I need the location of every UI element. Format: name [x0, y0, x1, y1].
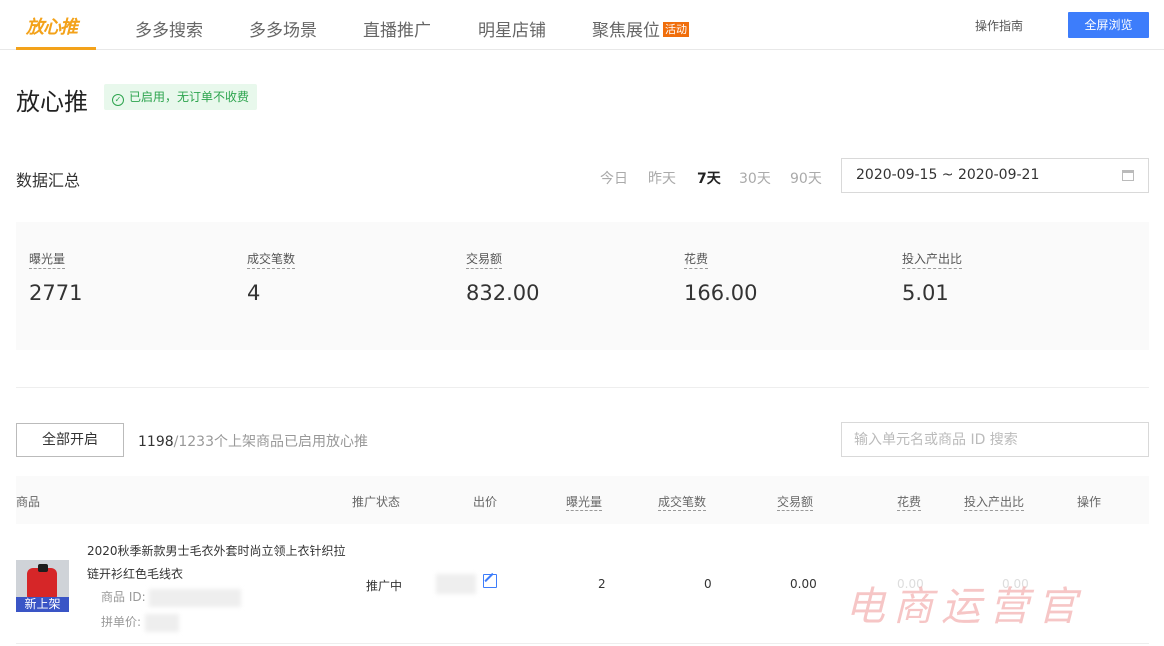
- th-product: 商品: [16, 495, 41, 509]
- th-actions: 操作: [1077, 495, 1102, 509]
- metric-label: 交易额: [466, 250, 503, 269]
- open-all-button[interactable]: 全部开启: [16, 423, 124, 457]
- edit-icon[interactable]: [483, 574, 497, 588]
- nav-item-star-store[interactable]: 明星店铺: [478, 16, 546, 41]
- guide-link[interactable]: 操作指南: [975, 17, 1023, 34]
- product-name[interactable]: 2020秋季新款男士毛衣外套时尚立领上衣针织拉链开衫红色毛线衣: [87, 540, 357, 586]
- metric-label: 成交笔数: [247, 250, 296, 269]
- metric-label: 曝光量: [29, 250, 66, 269]
- status-badge: ✓ 已启用，无订单不收费: [104, 84, 258, 110]
- activity-badge: 活动: [663, 22, 689, 37]
- th-gmv: 交易额: [777, 495, 814, 511]
- range-yesterday[interactable]: 昨天: [648, 168, 676, 188]
- metric-orders: 成交笔数 4: [247, 248, 296, 305]
- metric-value: 5.01: [902, 281, 949, 305]
- nav-item-live[interactable]: 直播推广: [363, 16, 431, 41]
- new-tag: 新上架: [16, 597, 69, 612]
- metric-gmv: 交易额 832.00: [466, 248, 539, 305]
- logo: 放心推: [26, 17, 78, 38]
- th-spend: 花费: [897, 495, 922, 511]
- metric-exposure: 曝光量 2771: [29, 248, 82, 305]
- th-exposure: 曝光量: [566, 495, 603, 511]
- range-90days[interactable]: 90天: [790, 168, 822, 188]
- metric-label: 投入产出比: [902, 250, 963, 269]
- page-title: 放心推: [16, 88, 88, 116]
- th-roi: 投入产出比: [964, 495, 1025, 511]
- top-nav: 放心推 多多搜索 多多场景 直播推广 明星店铺 聚焦展位 活动 操作指南 全屏浏览: [0, 0, 1164, 50]
- date-range-value: 2020-09-15 ~ 2020-09-21: [856, 167, 1040, 183]
- range-7days[interactable]: 7天: [697, 168, 721, 188]
- divider: [16, 387, 1149, 388]
- metrics-panel: 曝光量 2771 成交笔数 4 交易额 832.00 花费 166.00 投入产…: [16, 222, 1149, 350]
- enabled-suffix: /1233个上架商品已启用放心推: [173, 434, 368, 450]
- redacted-bid: [436, 574, 476, 594]
- range-30days[interactable]: 30天: [739, 168, 771, 188]
- row-status: 推广中: [366, 579, 403, 593]
- jacket-image: [27, 568, 57, 598]
- enabled-number: 1198: [138, 434, 174, 450]
- product-id-label: 商品 ID:: [101, 590, 146, 604]
- metric-value: 832.00: [466, 281, 540, 305]
- row-orders: 0: [704, 577, 712, 591]
- th-status: 推广状态: [352, 495, 401, 509]
- nav-item-focus-booth-label: 聚焦展位: [592, 21, 660, 41]
- nav-item-search[interactable]: 多多搜索: [135, 16, 203, 41]
- check-circle-icon: ✓: [112, 94, 124, 106]
- row-gmv: 0.00: [790, 577, 817, 591]
- redacted-id: [149, 588, 242, 607]
- metric-value: 4: [247, 281, 261, 305]
- th-bid: 出价: [473, 495, 498, 509]
- collar-image: [38, 564, 48, 572]
- redacted-price: [144, 613, 179, 632]
- product-id: 商品 ID:: [101, 588, 242, 607]
- row-exposure: 2: [598, 577, 606, 591]
- date-range-picker[interactable]: 2020-09-15 ~ 2020-09-21: [841, 158, 1149, 193]
- metric-label: 花费: [684, 250, 709, 269]
- metric-spend: 花费 166.00: [684, 248, 757, 305]
- range-today[interactable]: 今日: [600, 168, 628, 188]
- th-orders: 成交笔数: [658, 495, 707, 511]
- metric-roi: 投入产出比 5.01: [902, 248, 963, 305]
- product-thumbnail[interactable]: 新上架: [16, 560, 69, 612]
- summary-title: 数据汇总: [16, 171, 81, 190]
- metric-value: 166.00: [684, 281, 758, 305]
- enabled-count: 1198/1233个上架商品已启用放心推: [138, 431, 368, 451]
- table-header: 商品 推广状态 出价 曝光量 成交笔数 交易额 花费 投入产出比 操作: [16, 476, 1149, 524]
- nav-item-scene[interactable]: 多多场景: [249, 16, 317, 41]
- status-text: 已启用，无订单不收费: [129, 90, 250, 104]
- search-input[interactable]: [841, 422, 1149, 457]
- watermark: 电商运营官: [845, 584, 1085, 630]
- metric-value: 2771: [29, 281, 83, 305]
- product-price-label: 拼单价:: [101, 615, 142, 629]
- nav-item-focus-booth[interactable]: 聚焦展位 活动: [592, 16, 689, 41]
- product-price: 拼单价:: [101, 613, 179, 632]
- fullscreen-button[interactable]: 全屏浏览: [1068, 12, 1149, 38]
- calendar-icon: [1122, 170, 1134, 181]
- logo-tab[interactable]: 放心推: [16, 0, 96, 50]
